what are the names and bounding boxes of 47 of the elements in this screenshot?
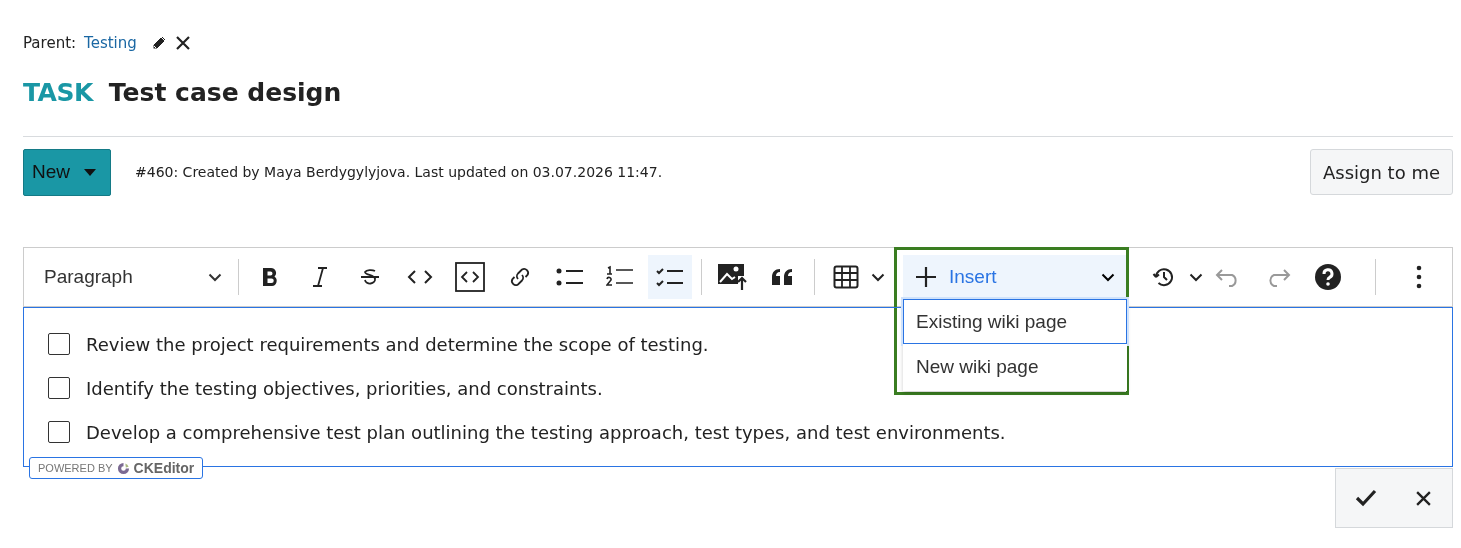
chevron-icon xyxy=(1189,272,1203,282)
status-button[interactable]: New xyxy=(23,148,111,196)
code-block-icon xyxy=(455,262,485,292)
save-button[interactable] xyxy=(1335,468,1395,528)
work-package-type: TASK xyxy=(23,77,93,107)
checklist-item-text: Review the project requirements and determine the scope of testing. xyxy=(86,333,709,355)
powered-by-badge[interactable]: POWERED BY CKEditor xyxy=(29,457,204,479)
assign-button[interactable]: Assign to me xyxy=(1309,149,1453,195)
chevron-icon xyxy=(871,272,885,282)
powered-by-label: POWERED BY xyxy=(38,462,113,474)
checklist-item-text: Develop a comprehensive test plan outlining the testing approach, test types, and test environments. xyxy=(86,421,1006,443)
close-icon[interactable] xyxy=(174,35,191,51)
bold-icon xyxy=(260,266,280,288)
parent-label: Parent: xyxy=(23,34,77,52)
toolbar-button[interactable] xyxy=(648,255,692,299)
parent-link[interactable]: Testing xyxy=(84,34,137,52)
image-upload-icon xyxy=(717,263,749,291)
close-icon xyxy=(1415,489,1432,507)
checkbox[interactable] xyxy=(48,333,70,355)
caret-icon xyxy=(84,168,96,176)
metadata-text: #460: Created by Maya Berdygylyjova. Last updated on 03.07.2026 11:47. xyxy=(135,164,664,180)
checkbox[interactable] xyxy=(48,421,70,443)
bulleted-list-icon xyxy=(556,267,584,287)
quote-icon xyxy=(771,268,795,286)
link-icon xyxy=(508,265,532,289)
chevron-icon xyxy=(208,272,222,282)
pencil-icon[interactable] xyxy=(150,35,167,51)
insert-dropdown[interactable]: Insert xyxy=(903,255,1127,299)
check-icon xyxy=(1354,489,1377,507)
checklist-item-text: Identify the testing objectives, priorities, and constraints. xyxy=(86,377,603,399)
history-icon xyxy=(1152,265,1176,289)
brand-name: CKEditor xyxy=(133,460,195,476)
menu-item[interactable]: Existing wiki page xyxy=(903,299,1127,344)
chevron-icon xyxy=(1101,272,1115,282)
checklist-icon xyxy=(656,267,684,287)
heading-dropdown[interactable]: Paragraph xyxy=(34,257,232,297)
work-package-title: Test case design xyxy=(108,77,342,107)
logo-icon xyxy=(116,461,130,475)
more-icon xyxy=(1416,265,1422,289)
numbered-list-icon xyxy=(606,265,634,289)
plus-icon xyxy=(915,266,937,288)
italic-icon xyxy=(311,266,329,288)
help-icon xyxy=(1314,263,1342,291)
code-icon xyxy=(407,269,433,285)
table-icon xyxy=(833,265,859,289)
menu-item[interactable]: New wiki page xyxy=(903,344,1127,389)
checkbox[interactable] xyxy=(48,377,70,399)
